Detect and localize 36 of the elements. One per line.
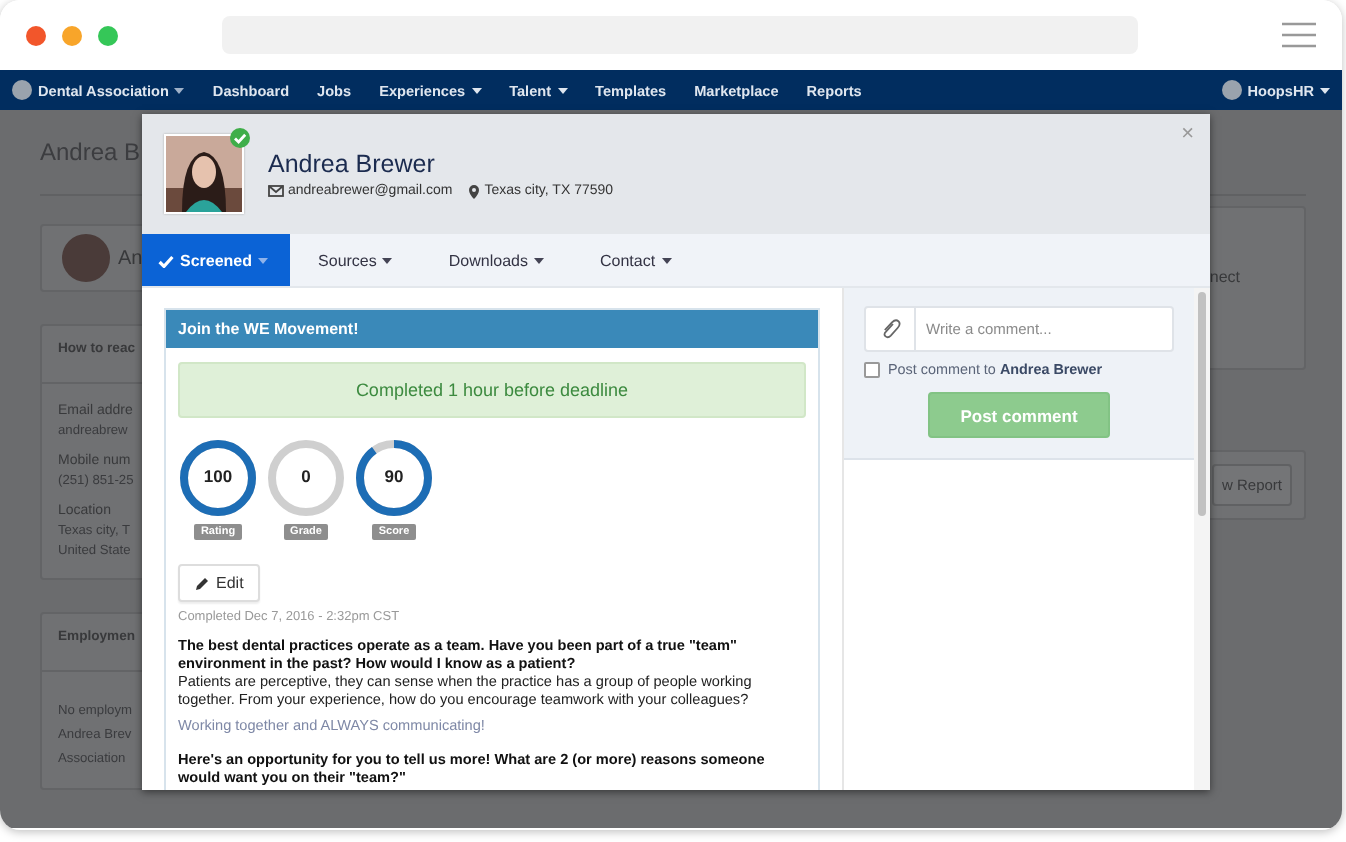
- tab[interactable]: Contact: [571, 234, 700, 286]
- side-card-text: nect: [1209, 268, 1240, 290]
- notify-checkbox[interactable]: [864, 361, 880, 377]
- caret-icon: [174, 87, 185, 93]
- edit-button[interactable]: Edit: [178, 564, 260, 602]
- check-icon: [158, 253, 174, 267]
- caret-icon: [533, 257, 544, 263]
- menu-icon: [1282, 22, 1316, 48]
- score-value: 90: [382, 466, 406, 486]
- map-pin-icon: [468, 183, 481, 199]
- caret-icon: [382, 257, 393, 263]
- panel-title: Join the WE Movement!: [166, 310, 818, 348]
- score-ring: [266, 438, 346, 518]
- caret-icon: [258, 257, 269, 263]
- caret-icon: [1320, 87, 1330, 93]
- profile-name: An: [118, 247, 143, 269]
- score-value: 100: [201, 466, 235, 486]
- score-value: 0: [299, 466, 313, 486]
- caret-icon: [661, 257, 672, 263]
- avatar-icon: [62, 234, 110, 282]
- score-ring: [178, 438, 258, 518]
- scrollbar-thumb[interactable]: [1198, 292, 1206, 516]
- candidate-name: Andrea Brewer: [268, 149, 437, 177]
- attach-button[interactable]: [864, 306, 916, 352]
- tab[interactable]: Downloads: [420, 234, 572, 286]
- success-alert: Completed 1 hour before deadline: [178, 362, 806, 418]
- brand-logo-icon: [12, 80, 32, 100]
- caret-icon: [471, 87, 482, 93]
- paperclip-icon: [879, 318, 901, 340]
- tab[interactable]: Sources: [290, 234, 421, 286]
- score-ring: [354, 438, 434, 518]
- pencil-icon: [194, 575, 210, 591]
- avatar-icon: [1221, 80, 1242, 100]
- envelope-icon: [268, 184, 284, 198]
- caret-icon: [557, 87, 568, 93]
- tab[interactable]: Screened: [142, 234, 291, 286]
